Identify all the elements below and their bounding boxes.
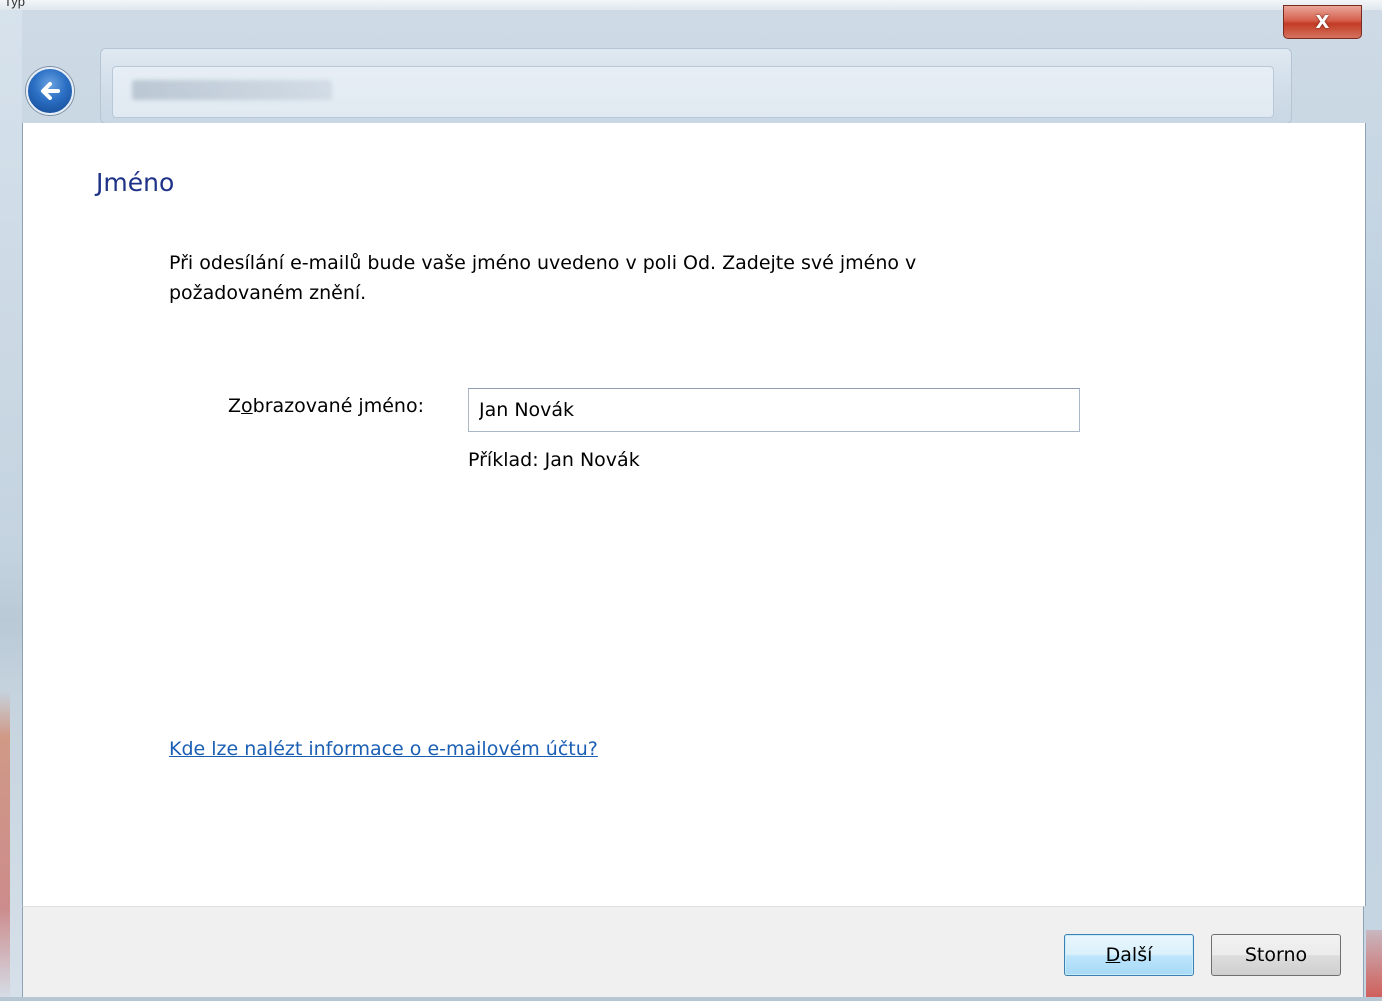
title-bar-top [0,0,1382,10]
wizard-content-panel [22,123,1366,906]
page-title: Jméno [96,168,175,197]
label-suffix: brazované jméno: [252,395,424,417]
next-button-label: Další [1106,944,1153,966]
cancel-button-label: Storno [1244,944,1308,966]
close-button[interactable]: X [1283,5,1362,39]
example-text: Příklad: Jan Novák [468,449,640,471]
close-icon: X [1315,11,1330,33]
back-button[interactable] [26,67,74,115]
frame-left-accent [0,690,10,1001]
address-bar-blurred-text [132,80,332,100]
next-button[interactable]: Další [1064,934,1194,976]
label-prefix: Z [228,395,242,417]
frame-bottom-edge [0,997,1382,1001]
next-access-key: D [1105,944,1121,966]
label-access-key: o [241,395,253,417]
next-label-rest: alší [1120,944,1153,966]
display-name-label: Zobrazované jméno: [228,395,424,417]
page-description: Při odesílání e-mailů bude vaše jméno uv… [169,252,917,304]
email-account-help-link[interactable]: Kde lze nalézt informace o e-mailovém úč… [169,738,598,760]
window-caption-fragment: Typ [4,0,25,9]
back-arrow-icon [41,82,60,100]
frame-right-accent [1366,930,1382,1001]
display-name-input[interactable] [468,388,1080,432]
cancel-button[interactable]: Storno [1211,934,1341,976]
